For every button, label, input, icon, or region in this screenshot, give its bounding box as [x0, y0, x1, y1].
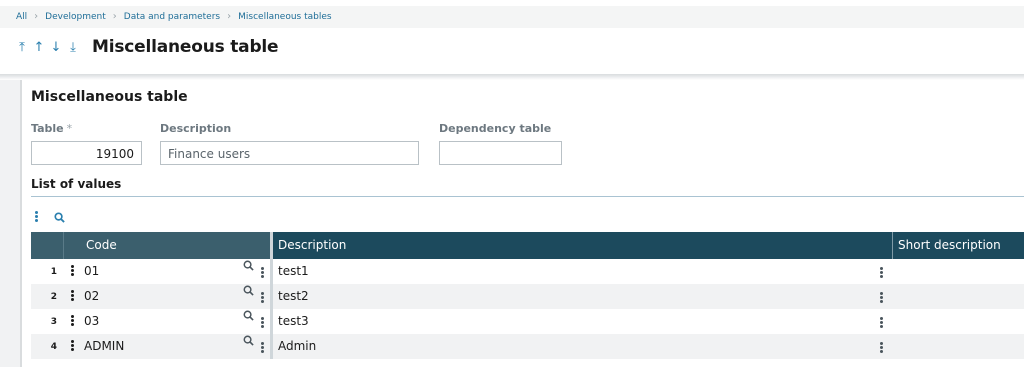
dependency-table-label: Dependency table	[439, 122, 552, 135]
row-number: 1	[50, 266, 57, 277]
search-icon[interactable]	[243, 285, 254, 296]
description-cell[interactable]: test2	[273, 284, 893, 309]
code-cell[interactable]: 03	[80, 309, 273, 334]
cell-menu-icon[interactable]	[260, 341, 264, 354]
short-description-cell[interactable]	[893, 259, 1024, 284]
code-value: 03	[84, 314, 100, 328]
breadcrumb: All › Development › Data and parameters …	[16, 11, 332, 22]
row-menu-icon[interactable]	[64, 337, 80, 356]
more-actions-icon[interactable]	[34, 210, 38, 223]
row-actions-header	[64, 232, 80, 259]
description-field[interactable]: Finance users	[160, 141, 419, 165]
row-number: 3	[50, 316, 57, 327]
values-grid: Code Description Short description 1 01 …	[31, 232, 1024, 359]
column-header-code[interactable]: Code	[80, 232, 273, 259]
chevron-right-icon: ›	[112, 11, 117, 22]
required-mark: *	[66, 122, 73, 135]
column-header-description[interactable]: Description	[273, 232, 893, 259]
cell-menu-icon[interactable]	[260, 266, 264, 279]
breadcrumb-item-development[interactable]: Development	[45, 12, 106, 22]
code-cell[interactable]: ADMIN	[80, 334, 273, 359]
search-icon[interactable]	[54, 212, 65, 223]
table-label-text: Table	[31, 122, 64, 135]
dependency-table-field[interactable]	[439, 141, 562, 165]
row-menu-icon[interactable]	[64, 312, 80, 331]
cell-menu-icon[interactable]	[879, 316, 883, 329]
table-row[interactable]: 3 03 test3	[31, 309, 1024, 334]
breadcrumb-item-miscellaneous-tables[interactable]: Miscellaneous tables	[238, 12, 331, 22]
short-description-cell[interactable]	[893, 284, 1024, 309]
code-value: ADMIN	[84, 339, 125, 353]
previous-record-icon[interactable]: ↑	[33, 40, 45, 55]
cell-menu-icon[interactable]	[879, 266, 883, 279]
chevron-right-icon: ›	[227, 11, 232, 22]
description-value: test1	[278, 264, 309, 278]
search-icon[interactable]	[243, 260, 254, 271]
short-description-cell[interactable]	[893, 309, 1024, 334]
description-value: test2	[278, 289, 309, 303]
section-title: Miscellaneous table	[31, 89, 188, 105]
table-row[interactable]: 2 02 test2	[31, 284, 1024, 309]
grid-header: Code Description Short description	[31, 232, 1024, 259]
breadcrumb-bar: All › Development › Data and parameters …	[0, 6, 1024, 28]
code-value: 01	[84, 264, 100, 278]
row-menu-icon[interactable]	[64, 287, 80, 306]
code-cell[interactable]: 01	[80, 259, 273, 284]
first-record-icon[interactable]: ⤒	[16, 40, 28, 55]
table-label: Table *	[31, 122, 72, 135]
description-cell[interactable]: Admin	[273, 334, 893, 359]
search-icon[interactable]	[243, 335, 254, 346]
last-record-icon[interactable]: ⤓	[67, 40, 79, 55]
page-header: ⤒ ↑ ↓ ⤓ Miscellaneous table	[0, 28, 1024, 74]
cell-menu-icon[interactable]	[260, 316, 264, 329]
table-row[interactable]: 4 ADMIN Admin	[31, 334, 1024, 359]
chevron-right-icon: ›	[34, 11, 39, 22]
breadcrumb-item-all[interactable]: All	[16, 12, 27, 22]
row-number-header	[31, 232, 64, 259]
header-divider	[0, 74, 1024, 80]
record-navigation: ⤒ ↑ ↓ ⤓	[16, 40, 79, 55]
description-value: Admin	[278, 339, 317, 353]
code-value: 02	[84, 289, 100, 303]
description-label: Description	[160, 122, 232, 135]
row-number: 2	[50, 291, 57, 302]
list-divider	[31, 196, 1024, 197]
column-header-short-description[interactable]: Short description	[893, 232, 1024, 259]
table-row[interactable]: 1 01 test1	[31, 259, 1024, 284]
row-menu-icon[interactable]	[64, 262, 80, 281]
left-gutter	[0, 80, 20, 367]
search-icon[interactable]	[243, 310, 254, 321]
page-title: Miscellaneous table	[92, 37, 279, 57]
cell-menu-icon[interactable]	[879, 341, 883, 354]
description-cell[interactable]: test3	[273, 309, 893, 334]
breadcrumb-item-data-and-parameters[interactable]: Data and parameters	[124, 12, 220, 22]
table-field[interactable]: 19100	[31, 141, 142, 165]
cell-menu-icon[interactable]	[260, 291, 264, 304]
row-number: 4	[50, 341, 57, 352]
short-description-cell[interactable]	[893, 334, 1024, 359]
description-cell[interactable]: test1	[273, 259, 893, 284]
grid-toolbar	[34, 210, 65, 223]
description-value: test3	[278, 314, 309, 328]
code-cell[interactable]: 02	[80, 284, 273, 309]
panel-border	[20, 80, 22, 367]
list-title: List of values	[31, 177, 122, 191]
next-record-icon[interactable]: ↓	[50, 40, 62, 55]
cell-menu-icon[interactable]	[879, 291, 883, 304]
